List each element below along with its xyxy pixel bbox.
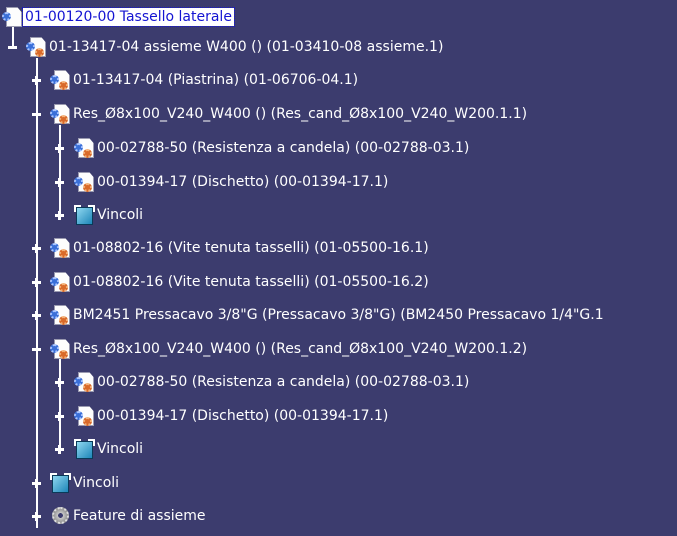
tree-node-label: 01-08802-16 (Vite tenuta tasselli) (01-0… bbox=[73, 274, 429, 290]
tree-node[interactable]: Vincoli bbox=[50, 470, 121, 496]
product-icon bbox=[50, 304, 70, 326]
tree-node-label: Vincoli bbox=[97, 441, 144, 457]
tree-node-label: 01-00120-00 Tassello laterale bbox=[22, 7, 235, 27]
expand-toggle[interactable] bbox=[55, 178, 64, 187]
tree-node[interactable]: 00-02788-50 (Resistenza a candela) (00-0… bbox=[74, 369, 471, 395]
tree-node-label: Res_Ø8x100_V240_W400 () (Res_cand_Ø8x100… bbox=[73, 106, 528, 122]
tree-line-res1-vertical bbox=[59, 125, 61, 215]
tree-node-label: 01-13417-04 (Piastrina) (01-06706-04.1) bbox=[73, 72, 359, 88]
expand-toggle[interactable] bbox=[55, 412, 64, 421]
product-icon bbox=[50, 103, 70, 125]
tree-line-res2-vertical bbox=[59, 359, 61, 449]
expand-toggle[interactable] bbox=[32, 311, 41, 320]
tree-line-level1-vertical bbox=[36, 58, 38, 528]
tree-node[interactable]: 01-13417-04 assieme W400 () (01-03410-08… bbox=[26, 34, 445, 60]
tree-node-label: Res_Ø8x100_V240_W400 () (Res_cand_Ø8x100… bbox=[73, 341, 528, 357]
tree-node[interactable]: 00-01394-17 (Dischetto) (00-01394-17.1) bbox=[74, 169, 390, 195]
tree-node-label: BM2451 Pressacavo 3/8"G (Pressacavo 3/8"… bbox=[73, 307, 604, 323]
collapse-toggle[interactable] bbox=[8, 43, 17, 52]
tree-node-label: 00-02788-50 (Resistenza a candela) (00-0… bbox=[97, 140, 470, 156]
expand-toggle[interactable] bbox=[55, 445, 64, 454]
tree-node[interactable]: Res_Ø8x100_V240_W400 () (Res_cand_Ø8x100… bbox=[50, 101, 529, 127]
expand-toggle[interactable] bbox=[32, 244, 41, 253]
assembly-feature-gear-icon bbox=[50, 505, 70, 527]
tree-node[interactable]: 01-13417-04 (Piastrina) (01-06706-04.1) bbox=[50, 67, 360, 93]
collapse-toggle[interactable] bbox=[32, 110, 41, 119]
tree-node-label: Feature di assieme bbox=[73, 508, 206, 524]
expand-toggle[interactable] bbox=[55, 144, 64, 153]
product-icon bbox=[50, 69, 70, 91]
constraints-icon bbox=[74, 438, 95, 460]
product-icon bbox=[50, 338, 70, 360]
tree-node[interactable]: Feature di assieme bbox=[50, 503, 208, 529]
tree-node-root[interactable]: 01-00120-00 Tassello laterale bbox=[2, 4, 235, 30]
expand-toggle[interactable] bbox=[55, 378, 64, 387]
tree-node[interactable]: 01-08802-16 (Vite tenuta tasselli) (01-0… bbox=[50, 269, 431, 295]
part-icon bbox=[74, 137, 94, 159]
tree-node[interactable]: BM2451 Pressacavo 3/8"G (Pressacavo 3/8"… bbox=[50, 302, 606, 328]
tree-node[interactable]: Res_Ø8x100_V240_W400 () (Res_cand_Ø8x100… bbox=[50, 336, 529, 362]
tree-node[interactable]: 00-02788-50 (Resistenza a candela) (00-0… bbox=[74, 135, 471, 161]
constraints-icon bbox=[50, 472, 71, 494]
tree-node[interactable]: 01-08802-16 (Vite tenuta tasselli) (01-0… bbox=[50, 235, 431, 261]
expand-toggle[interactable] bbox=[32, 76, 41, 85]
tree-node[interactable]: 00-01394-17 (Dischetto) (00-01394-17.1) bbox=[74, 403, 390, 429]
tree-node-label: 01-13417-04 assieme W400 () (01-03410-08… bbox=[49, 39, 444, 55]
expand-toggle[interactable] bbox=[55, 211, 64, 220]
part-icon bbox=[74, 405, 94, 427]
specification-tree: 01-00120-00 Tassello laterale 01-13417-0… bbox=[0, 0, 677, 536]
tree-node-label: 00-01394-17 (Dischetto) (00-01394-17.1) bbox=[97, 408, 389, 424]
tree-node-label: 01-08802-16 (Vite tenuta tasselli) (01-0… bbox=[73, 240, 429, 256]
collapse-toggle[interactable] bbox=[32, 345, 41, 354]
tree-node-label: Vincoli bbox=[97, 207, 144, 223]
tree-node[interactable]: Vincoli bbox=[74, 202, 145, 228]
tree-node[interactable]: Vincoli bbox=[74, 436, 145, 462]
expand-toggle[interactable] bbox=[32, 479, 41, 488]
part-document-icon bbox=[2, 6, 22, 28]
product-icon bbox=[26, 36, 46, 58]
expand-toggle[interactable] bbox=[32, 512, 41, 521]
expand-toggle[interactable] bbox=[32, 278, 41, 287]
constraints-icon bbox=[74, 204, 95, 226]
product-icon bbox=[50, 271, 70, 293]
tree-node-label: Vincoli bbox=[73, 475, 120, 491]
product-icon bbox=[50, 237, 70, 259]
tree-node-label: 00-01394-17 (Dischetto) (00-01394-17.1) bbox=[97, 174, 389, 190]
part-icon bbox=[74, 371, 94, 393]
tree-node-label: 00-02788-50 (Resistenza a candela) (00-0… bbox=[97, 374, 470, 390]
part-icon bbox=[74, 171, 94, 193]
